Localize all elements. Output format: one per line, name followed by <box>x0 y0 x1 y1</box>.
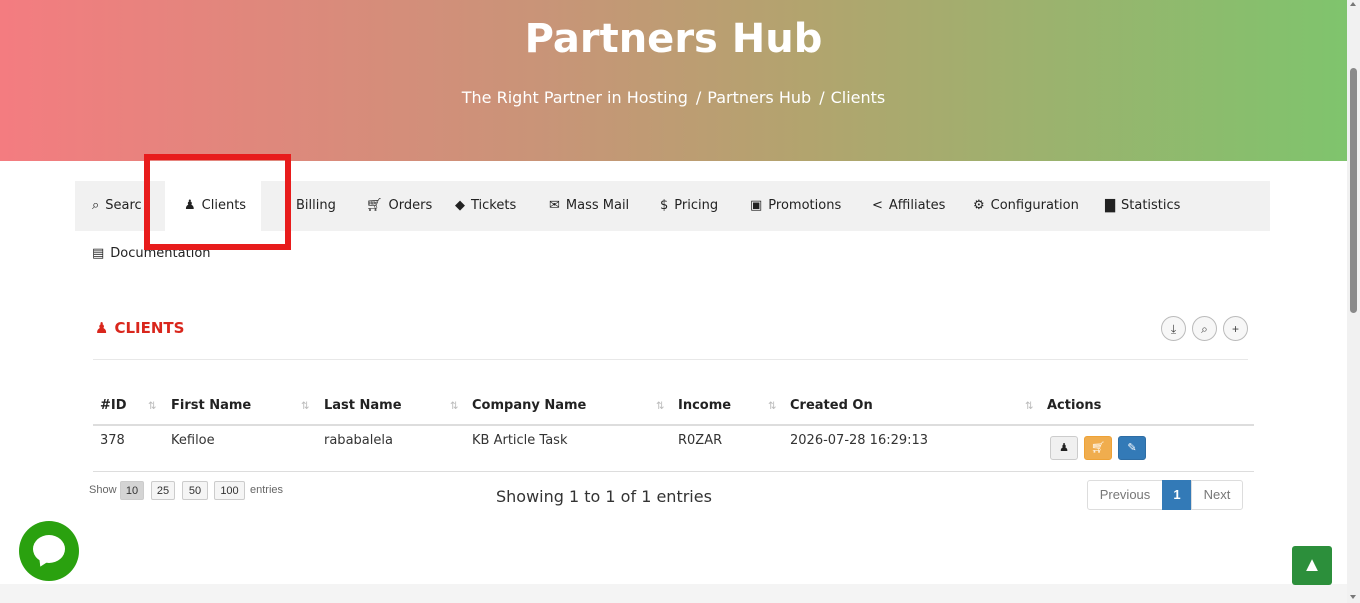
client-orders-button[interactable]: 🛒︎ <box>1084 436 1112 460</box>
breadcrumb-separator: / <box>695 88 702 107</box>
gears-icon: ⚙ <box>973 198 985 213</box>
rocket-icon: ▲ <box>1302 554 1322 576</box>
nav-label: Billing <box>296 198 336 213</box>
show-label: Show <box>89 484 117 496</box>
breadcrumb-home-link[interactable]: The Right Partner in Hosting <box>462 88 688 107</box>
sort-icon[interactable]: ⇅ <box>301 401 309 412</box>
nav-item-billing[interactable]: Billing <box>296 181 336 231</box>
table-bottom-border <box>93 471 1254 472</box>
sort-icon[interactable]: ⇅ <box>450 401 458 412</box>
nav-label: Tickets <box>471 198 517 213</box>
share-icon: < <box>872 198 883 213</box>
page-title: Partners Hub <box>524 16 823 62</box>
cart-icon: 🛒︎ <box>366 198 383 213</box>
search-icon: ⌕ <box>1201 322 1208 336</box>
cell-company-name: KB Article Task <box>472 433 568 448</box>
column-header-actions: Actions <box>1047 398 1102 413</box>
search-icon: ⌕ <box>92 198 100 213</box>
nav-item-orders[interactable]: 🛒︎ Orders <box>366 181 432 231</box>
nav-label: Searc <box>105 198 142 213</box>
pagination-page-1[interactable]: 1 <box>1162 480 1192 510</box>
page-size-50-button[interactable]: 50 <box>182 481 208 500</box>
dollar-icon: $ <box>660 198 669 213</box>
add-client-button[interactable]: + <box>1223 316 1248 341</box>
page-scrollbar[interactable] <box>1347 0 1360 603</box>
scroll-down-arrow-icon[interactable] <box>1350 595 1356 599</box>
page-size-25-button[interactable]: 25 <box>151 481 175 500</box>
back-to-top-button[interactable]: ▲ <box>1292 546 1332 585</box>
nav-item-tickets[interactable]: ◆ Tickets <box>455 181 516 231</box>
section-title-text: CLIENTS <box>114 319 185 337</box>
page-size-100-button[interactable]: 100 <box>214 481 245 500</box>
cell-id: 378 <box>100 433 125 448</box>
user-icon: ♟ <box>1059 442 1069 454</box>
column-header-company-name[interactable]: Company Name <box>472 398 586 413</box>
table-header-border <box>93 424 1254 426</box>
breadcrumb: The Right Partner in Hosting / Partners Hu… <box>0 88 1347 107</box>
nav-label: Promotions <box>768 198 842 213</box>
scroll-up-arrow-icon[interactable] <box>1350 2 1356 6</box>
cell-created-on: 2026-07-28 16:29:13 <box>790 433 929 448</box>
cell-last-name[interactable]: rababalela <box>324 433 393 448</box>
envelope-icon: ✉ <box>549 198 560 213</box>
highlight-annotation-box <box>144 154 291 250</box>
money-icon: ▣ <box>750 198 763 213</box>
live-chat-button[interactable] <box>19 521 79 581</box>
entries-label: entries <box>250 484 284 496</box>
breadcrumb-current: Clients <box>830 88 886 107</box>
search-toggle-button[interactable]: ⌕ <box>1192 316 1217 341</box>
footer-strip <box>0 584 1347 603</box>
page-header-banner: Partners Hub The Right Partner in Hostin… <box>0 0 1347 161</box>
column-header-income[interactable]: Income <box>678 398 731 413</box>
nav-item-mass-mail[interactable]: ✉ Mass Mail <box>549 181 629 231</box>
nav-item-configuration[interactable]: ⚙ Configuration <box>973 181 1079 231</box>
column-header-last-name[interactable]: Last Name <box>324 398 402 413</box>
page-size-10-button[interactable]: 10 <box>120 481 144 500</box>
cell-income: R0ZAR <box>678 433 723 448</box>
view-client-button[interactable]: ♟ <box>1050 436 1078 460</box>
edit-icon: ✎ <box>1127 442 1137 454</box>
nav-label: Mass Mail <box>565 198 630 213</box>
sort-icon[interactable]: ⇅ <box>656 401 664 412</box>
breadcrumb-partners-hub-link[interactable]: Partners Hub <box>707 88 811 107</box>
export-button[interactable]: ⤓ <box>1161 316 1186 341</box>
pagination-next[interactable]: Next <box>1191 480 1243 510</box>
column-header-created-on[interactable]: Created On <box>790 398 873 413</box>
table-info: Showing 1 to 1 of 1 entries <box>496 487 712 506</box>
column-header-first-name[interactable]: First Name <box>171 398 251 413</box>
pagination-previous[interactable]: Previous <box>1087 480 1163 510</box>
nav-label: Orders <box>388 198 433 213</box>
column-header-id[interactable]: #ID <box>100 398 127 413</box>
download-icon: ⤓ <box>1170 322 1177 336</box>
nav-label: Statistics <box>1121 198 1181 213</box>
ticket-icon: ◆ <box>455 198 465 213</box>
section-divider <box>93 359 1248 360</box>
nav-item-promotions[interactable]: ▣ Promotions <box>750 181 841 231</box>
nav-item-search[interactable]: ⌕ Searc <box>92 181 142 231</box>
nav-label: Affiliates <box>888 198 946 213</box>
nav-item-statistics[interactable]: ▇ Statistics <box>1105 181 1180 231</box>
edit-client-button[interactable]: ✎ <box>1118 436 1146 460</box>
plus-icon: + <box>1231 322 1239 336</box>
cell-first-name[interactable]: Kefiloe <box>171 433 215 448</box>
section-title: ♟ CLIENTS <box>95 319 184 337</box>
nav-item-affiliates[interactable]: < Affiliates <box>872 181 945 231</box>
nav-label: Pricing <box>674 198 719 213</box>
nav-label: Configuration <box>990 198 1079 213</box>
bar-chart-icon: ▇ <box>1105 198 1115 213</box>
scrollbar-thumb[interactable] <box>1350 68 1357 313</box>
breadcrumb-separator: / <box>819 88 825 107</box>
sort-icon[interactable]: ⇅ <box>768 401 776 412</box>
cart-icon: 🛒︎ <box>1091 442 1105 454</box>
book-icon: ▤ <box>92 246 105 261</box>
sort-icon[interactable]: ⇅ <box>1025 401 1033 412</box>
users-icon: ♟ <box>95 319 109 337</box>
sort-icon[interactable]: ⇅ <box>148 401 156 412</box>
nav-item-pricing[interactable]: $ Pricing <box>660 181 718 231</box>
